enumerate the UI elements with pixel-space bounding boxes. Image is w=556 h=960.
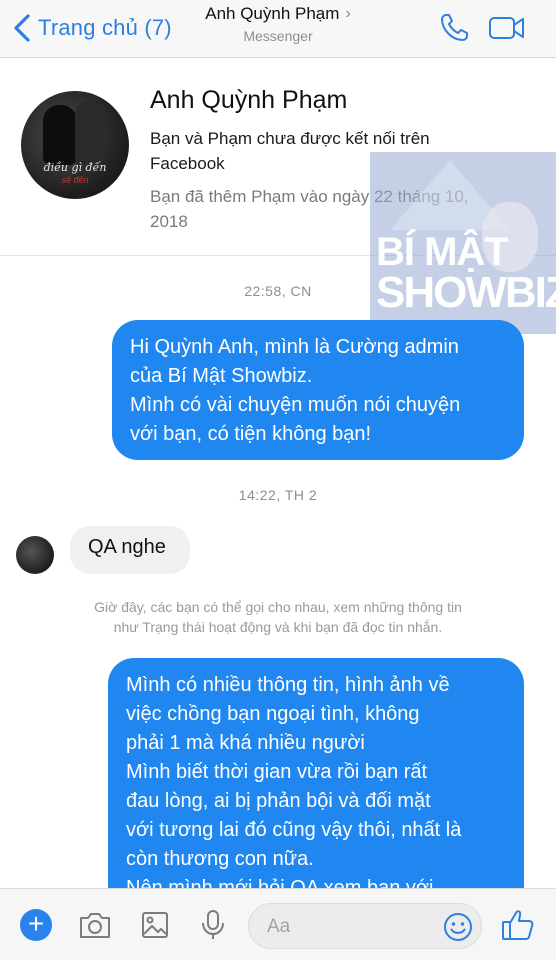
video-call-icon[interactable] [488, 14, 526, 42]
back-button[interactable]: Trang chủ (7) [12, 10, 172, 46]
emoji-icon[interactable] [443, 912, 473, 942]
camera-icon[interactable] [78, 909, 112, 941]
conversation-title-button[interactable]: Anh Quỳnh Phạm › Messenger [160, 4, 396, 44]
outgoing-message-bubble[interactable]: Hi Quỳnh Anh, mình là Cường admin của Bí… [112, 320, 524, 460]
sender-avatar[interactable] [16, 536, 54, 574]
profile-name: Anh Quỳnh Phạm [150, 86, 348, 114]
incoming-message-bubble[interactable]: QA nghe [70, 526, 190, 574]
watermark-logo: BÍ MẬT SHOWBIZ [370, 152, 556, 334]
info-notice: Giờ đây, các bạn có thể gọi cho nhau, xe… [94, 599, 462, 635]
avatar-caption: điều gì đến [43, 161, 107, 174]
title-chevron-icon: › [345, 5, 351, 22]
microphone-icon[interactable] [200, 909, 226, 941]
call-icon[interactable] [438, 12, 470, 44]
profile-avatar[interactable]: điều gì đến sẽ đến [21, 91, 129, 199]
message-timestamp: 22:58, CN [244, 283, 312, 299]
image-icon[interactable] [140, 909, 170, 941]
message-input-box[interactable] [248, 903, 482, 949]
back-chevron-icon [14, 14, 30, 42]
message-input[interactable] [267, 913, 437, 941]
message-composer: + [0, 888, 556, 960]
message-timestamp: 14:22, TH 2 [238, 487, 318, 503]
conversation-subtitle: Messenger [243, 28, 313, 44]
back-label: Trang chủ (7) [38, 15, 172, 40]
thumbs-up-icon[interactable] [500, 907, 536, 943]
conversation-header: Trang chủ (7) Anh Quỳnh Phạm › Messenger [0, 0, 556, 58]
avatar-caption-2: sẽ đến [61, 175, 89, 185]
plus-icon[interactable]: + [20, 909, 52, 941]
conversation-title: Anh Quỳnh Phạm [205, 4, 340, 23]
outgoing-message-bubble[interactable]: Mình có nhiều thông tin, hình ảnh về việ… [108, 658, 524, 918]
